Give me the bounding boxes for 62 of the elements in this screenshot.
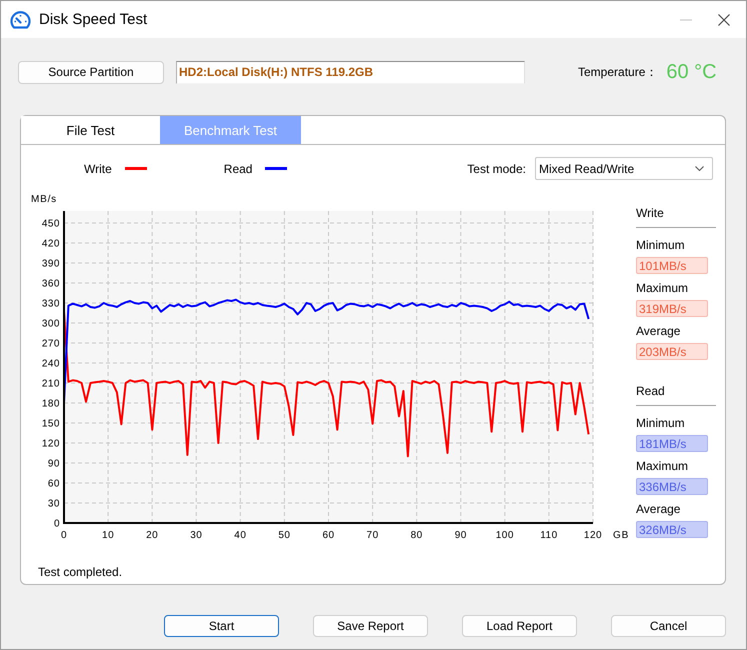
- gauge-icon: [10, 10, 31, 30]
- x-tick-label: 100: [496, 530, 514, 541]
- y-axis-title: MB/s: [31, 194, 57, 205]
- x-tick-label: 10: [102, 530, 114, 541]
- stat-value-field: 101MB/s: [636, 257, 708, 274]
- y-tick-label: 360: [42, 278, 60, 290]
- stats-heading: Read: [636, 383, 716, 406]
- y-tick-label: 390: [42, 258, 60, 270]
- load-report-button[interactable]: Load Report: [462, 615, 577, 637]
- x-axis-title: GB: [613, 530, 630, 541]
- y-tick-label: 0: [54, 518, 60, 530]
- x-tick-label: 40: [234, 530, 246, 541]
- stat-value-field: 203MB/s: [636, 343, 708, 360]
- x-tick-label: 110: [540, 530, 558, 541]
- stats-heading: Write: [636, 205, 716, 228]
- start-button[interactable]: Start: [164, 615, 279, 637]
- stat-value-field: 326MB/s: [636, 521, 708, 538]
- partition-field[interactable]: HD2:Local Disk(H:) NTFS 119.2GB: [176, 60, 525, 84]
- legend-label: Write: [84, 162, 112, 176]
- stat-label: Average: [636, 323, 682, 339]
- y-tick-label: 450: [42, 218, 60, 230]
- y-tick-label: 420: [42, 238, 60, 250]
- stat-label: Minimum: [636, 237, 686, 253]
- y-tick-label: 120: [42, 438, 60, 450]
- x-tick-label: 90: [454, 530, 467, 541]
- source-partition-button[interactable]: Source Partition: [18, 60, 164, 84]
- stat-label: Minimum: [636, 415, 686, 431]
- y-tick-label: 300: [42, 318, 60, 330]
- x-tick-label: 20: [146, 530, 158, 541]
- x-tick-label: 0: [60, 530, 68, 541]
- y-tick-label: 210: [42, 378, 60, 390]
- y-tick-label: 150: [42, 418, 60, 430]
- y-tick-label: 30: [48, 498, 60, 510]
- chevron-down-icon: [695, 166, 704, 171]
- y-tick-label: 90: [48, 458, 60, 470]
- stat-label: Maximum: [636, 458, 690, 474]
- y-tick-label: 330: [42, 298, 60, 310]
- stat-label: Average: [636, 501, 682, 517]
- status-text: Test completed.: [38, 565, 122, 579]
- temperature-value: 60 °C: [666, 60, 717, 84]
- x-tick-label: 30: [190, 530, 202, 541]
- x-tick-label: 70: [366, 530, 379, 541]
- x-tick-label: 50: [278, 530, 290, 541]
- stat-value-field: 319MB/s: [636, 300, 708, 317]
- x-tick-label: 80: [410, 530, 423, 541]
- y-tick-label: 270: [42, 338, 60, 350]
- y-tick-label: 180: [42, 398, 60, 410]
- window-title: Disk Speed Test: [39, 11, 148, 28]
- cancel-button[interactable]: Cancel: [611, 615, 726, 637]
- save-report-button[interactable]: Save Report: [313, 615, 428, 637]
- y-tick-label: 240: [42, 358, 60, 370]
- test-mode-dropdown[interactable]: Mixed Read/Write: [535, 157, 713, 180]
- legend-label: Read: [224, 162, 252, 176]
- y-tick-label: 60: [48, 478, 60, 490]
- temperature-label: Temperature：: [578, 64, 658, 80]
- test-mode-label: Test mode:: [467, 162, 526, 176]
- stat-value-field: 181MB/s: [636, 435, 708, 452]
- close-icon[interactable]: [718, 14, 730, 26]
- stat-value-field: 336MB/s: [636, 478, 708, 495]
- x-tick-label: 60: [322, 530, 335, 541]
- x-tick-label: 120: [584, 530, 602, 541]
- stat-label: Maximum: [636, 280, 690, 296]
